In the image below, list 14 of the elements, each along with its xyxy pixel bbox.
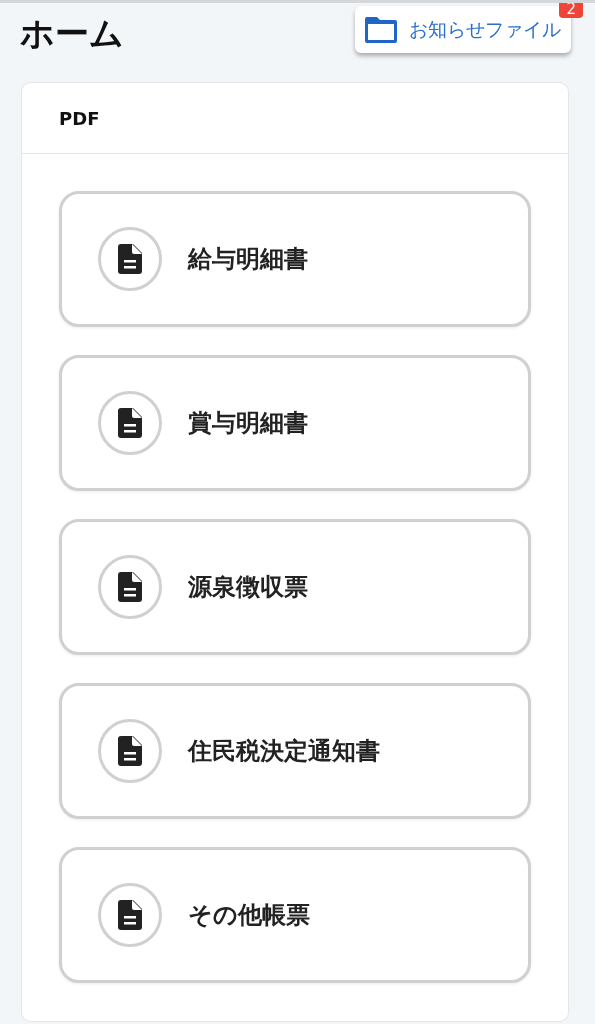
document-button[interactable]: その他帳票 <box>59 847 531 983</box>
document-icon <box>118 244 142 274</box>
document-icon <box>118 572 142 602</box>
document-icon <box>118 900 142 930</box>
count-badge: 2 <box>559 3 583 18</box>
document-button[interactable]: 賞与明細書 <box>59 355 531 491</box>
document-button[interactable]: 源泉徴収票 <box>59 519 531 655</box>
document-icon <box>118 736 142 766</box>
page-title: ホーム <box>20 12 124 55</box>
document-button[interactable]: 住民税決定通知書 <box>59 683 531 819</box>
folder-icon <box>365 16 397 43</box>
card-header: PDF <box>22 83 568 154</box>
document-icon <box>118 408 142 438</box>
document-button[interactable]: 給与明細書 <box>59 191 531 327</box>
